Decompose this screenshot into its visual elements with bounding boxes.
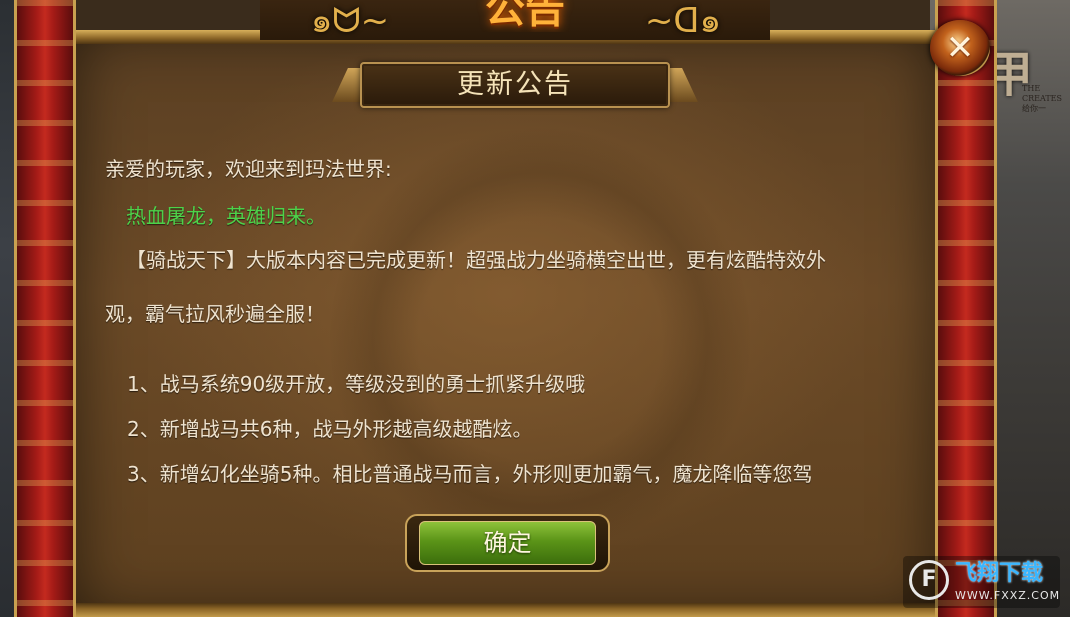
update-paragraph-line-2: 观，霸气拉风秒遍全服！: [105, 302, 325, 326]
fxxz-logo-icon: F: [909, 560, 949, 600]
slogan-text: 热血屠龙，英雄归来。: [126, 204, 326, 228]
update-paragraph-line-1: 【骑战天下】大版本内容已完成更新！超强战力坐骑横空出世，更有炫酷特效外: [126, 248, 826, 272]
list-item: 1、战马系统90级开放，等级没到的勇士抓紧升级哦: [127, 372, 586, 396]
watermark: F 飞翔下载 WWW.FXXZ.COM: [903, 556, 1060, 608]
confirm-button-label: 确定: [483, 529, 532, 557]
watermark-name: 飞翔下载: [955, 561, 1044, 586]
list-item: 3、新增幻化坐骑5种。相比普通战马而言，外形则更加霸气，魔龙降临等您驾: [127, 462, 813, 486]
watermark-url: WWW.FXXZ.COM: [955, 589, 1061, 602]
confirm-button[interactable]: 确定: [405, 514, 610, 572]
list-item: 2、新增战马共6种，战马外形越高级越酷炫。: [127, 417, 533, 441]
greeting-text: 亲爱的玩家，欢迎来到玛法世界:: [105, 157, 392, 181]
